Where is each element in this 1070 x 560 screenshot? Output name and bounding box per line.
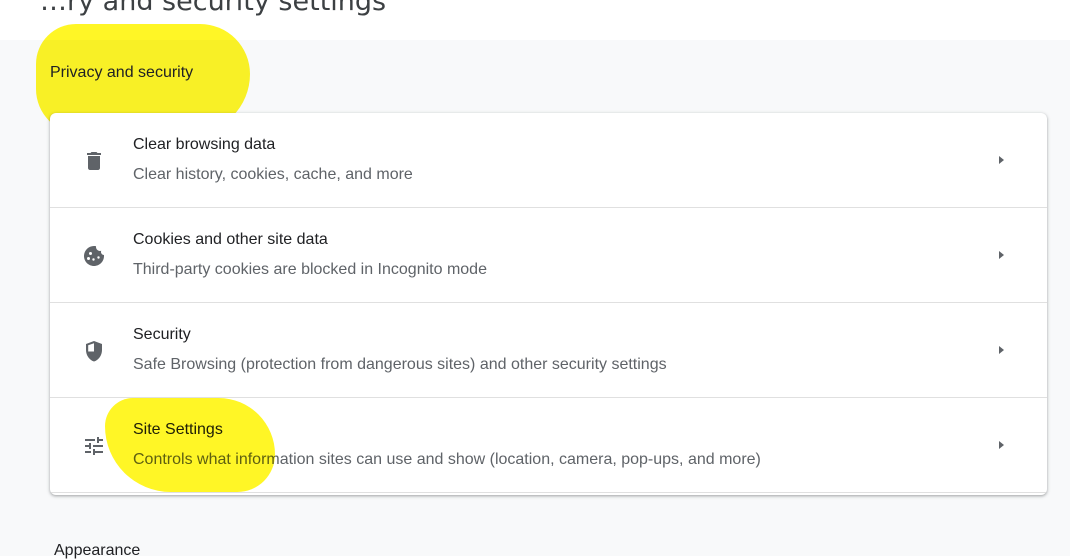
section-title-appearance: Appearance xyxy=(54,542,141,559)
arrow-right-icon xyxy=(995,439,1007,451)
row-subtitle: Safe Browsing (protection from dangerous… xyxy=(133,356,667,373)
privacy-card: Clear browsing data Clear history, cooki… xyxy=(50,113,1047,495)
row-clear-browsing-data[interactable]: Clear browsing data Clear history, cooki… xyxy=(50,113,1047,208)
row-subtitle: Controls what information sites can use … xyxy=(133,451,761,468)
row-site-settings[interactable]: Site Settings Controls what information … xyxy=(50,398,1047,493)
row-subtitle: Third-party cookies are blocked in Incog… xyxy=(133,261,487,278)
arrow-right-icon xyxy=(995,154,1007,166)
tune-icon xyxy=(82,434,106,458)
row-title: Site Settings xyxy=(133,421,223,438)
cut-off-heading: …ry and security settings xyxy=(40,0,387,17)
row-title: Security xyxy=(133,326,191,343)
trash-icon xyxy=(82,149,106,173)
arrow-right-icon xyxy=(995,344,1007,356)
top-cut-strip: …ry and security settings xyxy=(0,0,1070,40)
section-title: Privacy and security xyxy=(50,64,194,81)
row-subtitle: Clear history, cookies, cache, and more xyxy=(133,166,413,183)
arrow-right-icon xyxy=(995,249,1007,261)
row-title: Cookies and other site data xyxy=(133,231,328,248)
cookie-icon xyxy=(82,244,106,268)
shield-icon xyxy=(82,339,106,363)
row-security[interactable]: Security Safe Browsing (protection from … xyxy=(50,303,1047,398)
row-cookies[interactable]: Cookies and other site data Third-party … xyxy=(50,208,1047,303)
row-title: Clear browsing data xyxy=(133,136,276,153)
settings-content: Privacy and security Clear browsing data… xyxy=(0,24,1070,559)
